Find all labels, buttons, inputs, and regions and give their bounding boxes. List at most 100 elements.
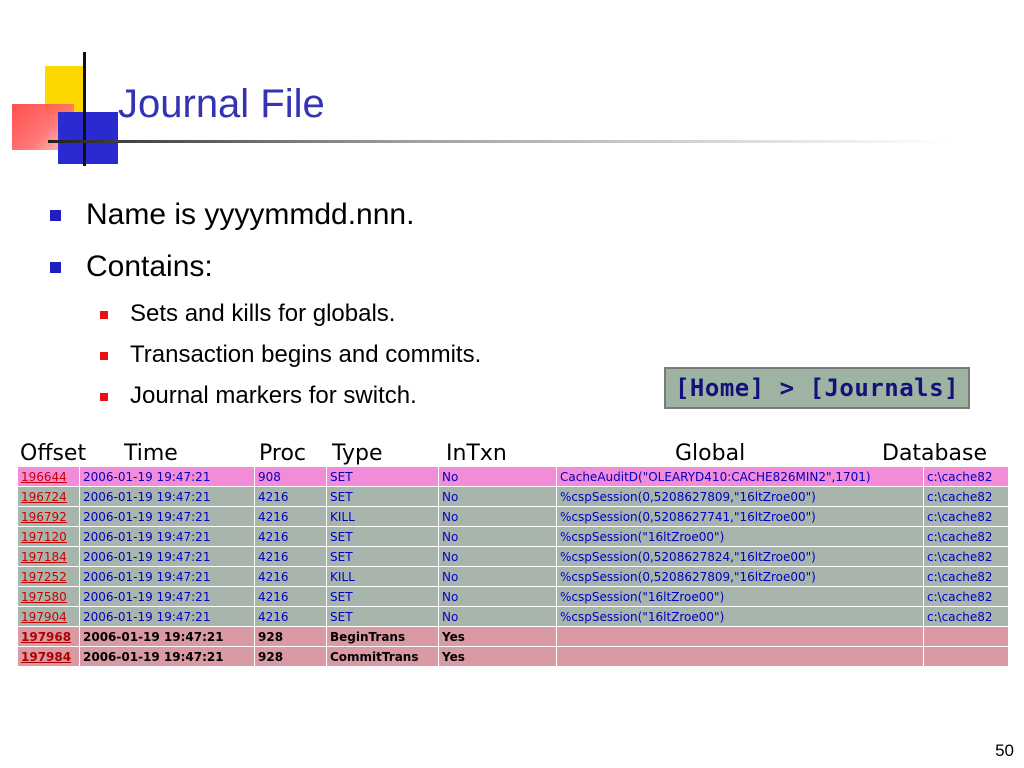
header-time: Time <box>124 441 178 466</box>
cell-global: %cspSession(0,5208627824,"16ltZroe00") <box>556 546 924 567</box>
cell-time: 2006-01-19 19:47:21 <box>79 586 255 607</box>
cell-time: 2006-01-19 19:47:21 <box>79 526 255 547</box>
cell-intxn: No <box>438 466 557 487</box>
logo-vertical-line <box>83 52 86 166</box>
cell-proc: 4216 <box>254 526 327 547</box>
header-database: Database <box>882 441 987 466</box>
cell-intxn: Yes <box>438 646 557 667</box>
table-row: 197968 2006-01-19 19:47:21 928 BeginTrans Ye… <box>17 626 1009 647</box>
cell-offset: 196792 <box>17 506 80 527</box>
cell-offset: 196644 <box>17 466 80 487</box>
table-row: 197904 2006-01-19 19:47:21 4216 SET No %cspSe… <box>17 606 1009 627</box>
cell-type: SET <box>326 606 439 627</box>
cell-proc: 4216 <box>254 606 327 627</box>
cell-database: c:\cache82 <box>923 586 1009 607</box>
cell-intxn: No <box>438 486 557 507</box>
header-proc: Proc <box>259 441 306 466</box>
cell-proc: 928 <box>254 646 327 667</box>
cell-time: 2006-01-19 19:47:21 <box>79 486 255 507</box>
offset-link[interactable]: 196792 <box>21 510 67 524</box>
cell-database <box>923 626 1009 647</box>
bullet-item: Name is yyyymmdd.nnn. <box>48 195 481 235</box>
cell-type: SET <box>326 526 439 547</box>
offset-link[interactable]: 197252 <box>21 570 67 584</box>
table-row: 197580 2006-01-19 19:47:21 4216 SET No %cspSe… <box>17 586 1009 607</box>
header-intxn: InTxn <box>446 441 507 466</box>
table-row: 197252 2006-01-19 19:47:21 4216 KILL No %cspS… <box>17 566 1009 587</box>
cell-intxn: No <box>438 526 557 547</box>
table-headers: Offset Time Proc Type InTxn Global Datab… <box>0 441 1024 467</box>
cell-proc: 908 <box>254 466 327 487</box>
cell-intxn: Yes <box>438 626 557 647</box>
breadcrumb-journals-link[interactable]: [Journals] <box>810 374 960 402</box>
logo-blue-square <box>58 112 118 164</box>
cell-intxn: No <box>438 566 557 587</box>
cell-time: 2006-01-19 19:47:21 <box>79 606 255 627</box>
cell-database <box>923 646 1009 667</box>
cell-global: %cspSession("16ltZroe00") <box>556 526 924 547</box>
cell-intxn: No <box>438 586 557 607</box>
cell-type: SET <box>326 466 439 487</box>
cell-offset: 197184 <box>17 546 80 567</box>
offset-link[interactable]: 197968 <box>21 630 71 644</box>
cell-global: CacheAuditD("OLEARYD410:CACHE826MIN2",17… <box>556 466 924 487</box>
cell-time: 2006-01-19 19:47:21 <box>79 506 255 527</box>
cell-offset: 197968 <box>17 626 80 647</box>
offset-link[interactable]: 196724 <box>21 490 67 504</box>
header-type: Type <box>332 441 383 466</box>
cell-time: 2006-01-19 19:47:21 <box>79 626 255 647</box>
cell-offset: 197252 <box>17 566 80 587</box>
cell-offset: 196724 <box>17 486 80 507</box>
offset-link[interactable]: 197984 <box>21 650 71 664</box>
cell-global: %cspSession("16ltZroe00") <box>556 586 924 607</box>
cell-database: c:\cache82 <box>923 466 1009 487</box>
offset-link[interactable]: 197184 <box>21 550 67 564</box>
bullet-item: Contains: <box>48 247 481 287</box>
sub-bullet-item: Sets and kills for globals. <box>48 299 481 329</box>
cell-database: c:\cache82 <box>923 486 1009 507</box>
offset-link[interactable]: 197904 <box>21 610 67 624</box>
sub-bullet-item: Transaction begins and commits. <box>48 340 481 370</box>
cell-offset: 197580 <box>17 586 80 607</box>
slide-title: Journal File <box>118 82 325 126</box>
offset-link[interactable]: 197120 <box>21 530 67 544</box>
header-global: Global <box>675 441 746 466</box>
cell-offset: 197984 <box>17 646 80 667</box>
cell-global <box>556 646 924 667</box>
cell-type: SET <box>326 586 439 607</box>
sub-bullet-item: Journal markers for switch. <box>48 381 481 411</box>
cell-proc: 928 <box>254 626 327 647</box>
breadcrumb-separator: > <box>764 374 810 402</box>
cell-global: %cspSession(0,5208627741,"16ltZroe00") <box>556 506 924 527</box>
cell-database: c:\cache82 <box>923 546 1009 567</box>
cell-proc: 4216 <box>254 546 327 567</box>
header-offset: Offset <box>20 441 87 466</box>
cell-database: c:\cache82 <box>923 506 1009 527</box>
table-row: 197984 2006-01-19 19:47:21 928 CommitTrans Y… <box>17 646 1009 667</box>
offset-link[interactable]: 196644 <box>21 470 67 484</box>
cell-proc: 4216 <box>254 586 327 607</box>
cell-type: SET <box>326 546 439 567</box>
cell-proc: 4216 <box>254 506 327 527</box>
cell-offset: 197904 <box>17 606 80 627</box>
table-row: 196724 2006-01-19 19:47:21 4216 SET No %cspSe… <box>17 486 1009 507</box>
table-row: 197120 2006-01-19 19:47:21 4216 SET No %cspSe… <box>17 526 1009 547</box>
page-number: 50 <box>995 741 1014 760</box>
table-row: 196644 2006-01-19 19:47:21 908 SET No CacheAu… <box>17 466 1009 487</box>
cell-intxn: No <box>438 606 557 627</box>
offset-link[interactable]: 197580 <box>21 590 67 604</box>
breadcrumb: [Home] > [Journals] <box>664 367 970 409</box>
table-row: 197184 2006-01-19 19:47:21 4216 SET No %cspSe… <box>17 546 1009 567</box>
cell-time: 2006-01-19 19:47:21 <box>79 546 255 567</box>
cell-global: %cspSession("16ltZroe00") <box>556 606 924 627</box>
cell-time: 2006-01-19 19:47:21 <box>79 566 255 587</box>
cell-type: BeginTrans <box>326 626 439 647</box>
breadcrumb-home-link[interactable]: [Home] <box>675 374 765 402</box>
cell-global <box>556 626 924 647</box>
cell-proc: 4216 <box>254 566 327 587</box>
cell-intxn: No <box>438 506 557 527</box>
cell-time: 2006-01-19 19:47:21 <box>79 646 255 667</box>
cell-global: %cspSession(0,5208627809,"16ltZroe00") <box>556 486 924 507</box>
table-row: 196792 2006-01-19 19:47:21 4216 KILL No %cspS… <box>17 506 1009 527</box>
cell-time: 2006-01-19 19:47:21 <box>79 466 255 487</box>
